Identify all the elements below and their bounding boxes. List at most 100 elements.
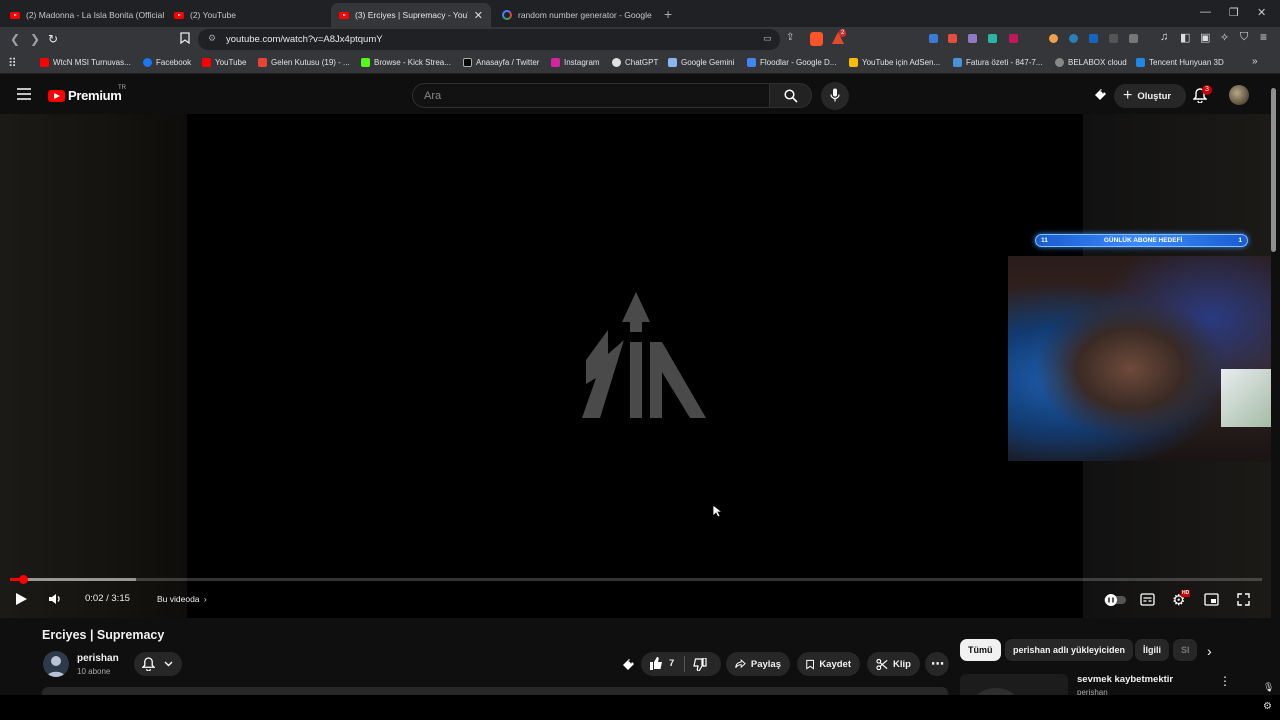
vpn-icon[interactable]: ⛉: [1240, 31, 1248, 44]
restore-icon[interactable]: ❐: [1229, 6, 1239, 19]
extension-icon[interactable]: [1129, 34, 1138, 43]
extension-icon[interactable]: [1089, 34, 1098, 43]
bookmark-item[interactable]: Instagram: [551, 58, 600, 67]
chip-more[interactable]: Sl: [1173, 639, 1197, 661]
hamburger-menu-icon[interactable]: [17, 87, 31, 105]
bookmark-item[interactable]: YouTube için AdSen...: [849, 58, 940, 67]
browser-tab[interactable]: (2) Madonna - La Isla Bonita (Official: [2, 3, 164, 27]
site-info-icon[interactable]: ⚙: [208, 33, 216, 44]
play-button[interactable]: [15, 592, 28, 611]
bookmark-item[interactable]: Tencent Hunyuan 3D: [1136, 58, 1224, 67]
bookmark-item[interactable]: BELABOX cloud: [1055, 58, 1127, 67]
media-controls-icon[interactable]: ♫: [1160, 31, 1168, 43]
cast-icon[interactable]: ▭: [763, 33, 772, 44]
bookmark-item[interactable]: Anasayfa / Twitter: [463, 58, 539, 67]
chapter-button[interactable]: Bu videoda ›: [157, 594, 207, 604]
chevron-right-icon[interactable]: ›: [1207, 643, 1212, 659]
mute-button[interactable]: [48, 592, 63, 611]
related-video-title[interactable]: sevmek kaybetmektir: [1077, 674, 1173, 685]
description-box[interactable]: [42, 687, 948, 695]
extension-icon[interactable]: [1049, 34, 1058, 43]
channel-name[interactable]: perishan: [77, 653, 119, 664]
bookmark-item[interactable]: Google Gemini: [668, 58, 734, 67]
ask-ai-button[interactable]: [621, 657, 636, 677]
chip-from-uploader[interactable]: perishan adlı yükleyiciden: [1005, 639, 1134, 661]
bookmark-item[interactable]: Floodlar - Google D...: [747, 58, 836, 67]
chip-related[interactable]: İlgili: [1135, 639, 1169, 661]
more-vertical-icon[interactable]: ⋮: [1219, 674, 1231, 688]
more-actions-button[interactable]: ⋯: [925, 652, 949, 676]
bookmark-item[interactable]: Browse - Kick Strea...: [361, 58, 451, 67]
url-text[interactable]: youtube.com/watch?v=A8Jx4ptqumY: [226, 34, 383, 45]
video-player[interactable]: 11 GÜNLÜK ABONE HEDEFİ 1 0:02 / 3:15 Bu …: [0, 114, 1271, 618]
miniplayer-button[interactable]: [1204, 593, 1219, 611]
dislike-button[interactable]: [693, 657, 707, 674]
create-button[interactable]: + Oluştur: [1114, 84, 1186, 108]
forward-icon[interactable]: ❯: [30, 32, 40, 46]
create-with-ai-icon[interactable]: [1093, 87, 1108, 107]
extension-icon[interactable]: [1069, 34, 1078, 43]
extension-icon[interactable]: [988, 34, 997, 43]
thumbs-up-icon: [650, 657, 662, 670]
progress-scrubber[interactable]: [19, 575, 28, 584]
tab-title: random number generator - Google: [518, 10, 652, 20]
channel-avatar[interactable]: [43, 651, 69, 677]
brave-shield-icon[interactable]: [810, 32, 823, 46]
search-button[interactable]: [769, 83, 812, 108]
search-input[interactable]: [413, 84, 733, 107]
page-scrollbar[interactable]: [1271, 88, 1276, 252]
settings-gear-icon[interactable]: ⚙: [1263, 701, 1272, 712]
voice-search-button[interactable]: [821, 82, 849, 110]
minimize-icon[interactable]: —: [1200, 6, 1211, 18]
bookmark-item[interactable]: Gelen Kutusu (19) - ...: [258, 58, 350, 67]
subscriber-count: 10 abone: [77, 667, 111, 676]
fullscreen-button[interactable]: [1237, 593, 1250, 611]
subscription-bell-button[interactable]: [134, 652, 182, 676]
bookmark-item[interactable]: Fatura özeti - 847-7...: [953, 58, 1042, 67]
bell-icon: [142, 657, 155, 671]
bookmark-item[interactable]: ChatGPT: [612, 58, 658, 67]
notification-badge: 3: [1202, 85, 1212, 95]
sidebar-icon[interactable]: ◧: [1180, 31, 1190, 44]
wallet-icon[interactable]: ▣: [1200, 31, 1210, 44]
browser-tab[interactable]: (2) YouTube: [166, 3, 328, 27]
bookmark-item[interactable]: WtcN MSI Turnuvas...: [40, 58, 131, 67]
autoplay-toggle[interactable]: [1104, 593, 1126, 611]
video-progress-bar[interactable]: [10, 575, 1262, 584]
close-window-icon[interactable]: ✕: [1257, 6, 1266, 19]
back-icon[interactable]: ❮: [10, 32, 20, 46]
share-icon[interactable]: ⇪: [786, 32, 794, 43]
sub-goal-label: GÜNLÜK ABONE HEDEFİ: [1103, 237, 1183, 244]
subtitles-button[interactable]: [1140, 593, 1155, 611]
youtube-premium-logo[interactable]: Premium TR: [48, 85, 126, 103]
browser-tab[interactable]: random number generator - Google: [494, 3, 654, 27]
leo-ai-icon[interactable]: ✧: [1220, 31, 1229, 44]
youtube-icon: [40, 58, 49, 67]
clip-button[interactable]: Klip: [867, 652, 920, 676]
apps-grid-icon[interactable]: ⠿: [8, 56, 17, 70]
share-button[interactable]: Paylaş: [726, 652, 790, 676]
extension-icon[interactable]: [1109, 34, 1118, 43]
bookmark-item[interactable]: Facebook: [143, 58, 191, 67]
bookmark-item[interactable]: YouTube: [202, 58, 246, 67]
more-bookmarks-icon[interactable]: »: [1252, 56, 1258, 67]
extension-icon[interactable]: [1009, 34, 1018, 43]
close-tab-icon[interactable]: ✕: [474, 9, 483, 22]
x-twitter-icon: [463, 58, 472, 67]
bookmark-icon[interactable]: [180, 32, 190, 47]
account-avatar[interactable]: [1229, 85, 1249, 105]
new-tab-icon[interactable]: +: [664, 6, 672, 22]
like-button[interactable]: [649, 657, 663, 673]
reload-icon[interactable]: ↻: [48, 32, 58, 46]
extension-icon[interactable]: [968, 34, 977, 43]
settings-button[interactable]: ⚙ HD: [1172, 590, 1191, 610]
chip-all[interactable]: Tümü: [960, 639, 1001, 661]
save-button[interactable]: Kaydet: [797, 652, 860, 676]
chatgpt-icon: [612, 58, 621, 67]
address-bar[interactable]: ⚙ youtube.com/watch?v=A8Jx4ptqumY ▭: [198, 29, 780, 50]
chevron-down-icon: [164, 661, 173, 667]
extension-icon[interactable]: [948, 34, 957, 43]
extension-icon[interactable]: [929, 34, 938, 43]
browser-menu-icon[interactable]: ≡: [1260, 30, 1267, 44]
browser-tab-active[interactable]: (3) Erciyes | Supremacy - YouTub ✕: [331, 3, 491, 27]
